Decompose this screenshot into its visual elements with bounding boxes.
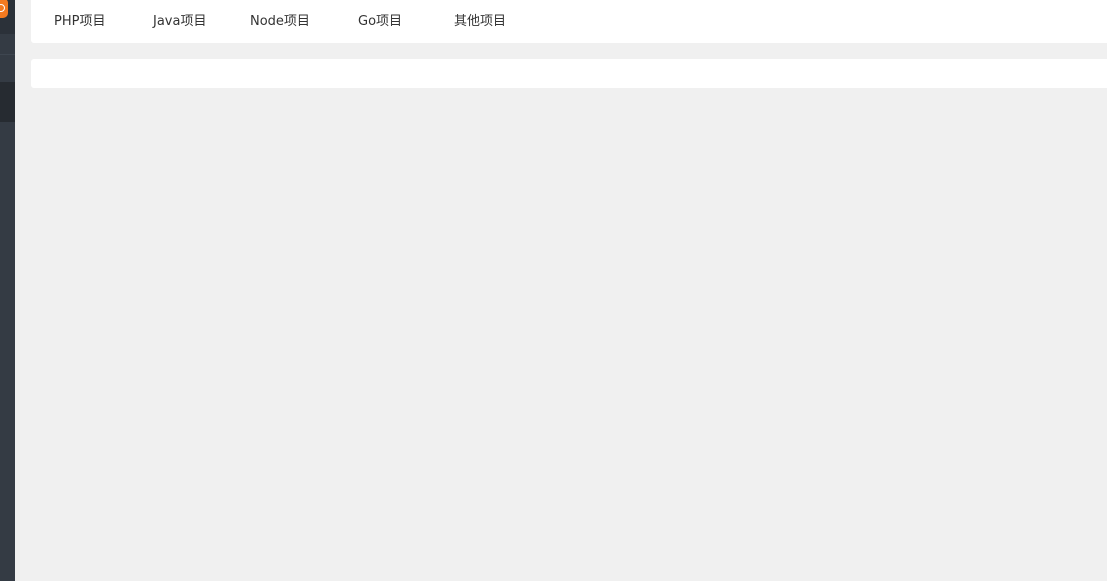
content-panel xyxy=(31,59,1107,88)
app-logo-icon[interactable] xyxy=(0,0,8,18)
sidebar-header xyxy=(0,0,15,34)
sidebar-divider xyxy=(0,54,15,55)
tab-php-projects[interactable]: PHP项目 xyxy=(54,0,105,43)
tab-node-projects[interactable]: Node项目 xyxy=(250,0,310,43)
tab-go-projects[interactable]: Go项目 xyxy=(358,0,402,43)
tab-java-projects[interactable]: Java项目 xyxy=(153,0,206,43)
project-type-tabs: PHP项目 Java项目 Node项目 Go项目 其他项目 xyxy=(31,0,1107,43)
sidebar-item-active[interactable] xyxy=(0,82,15,122)
sidebar xyxy=(0,0,15,581)
tab-other-projects[interactable]: 其他项目 xyxy=(454,0,506,43)
